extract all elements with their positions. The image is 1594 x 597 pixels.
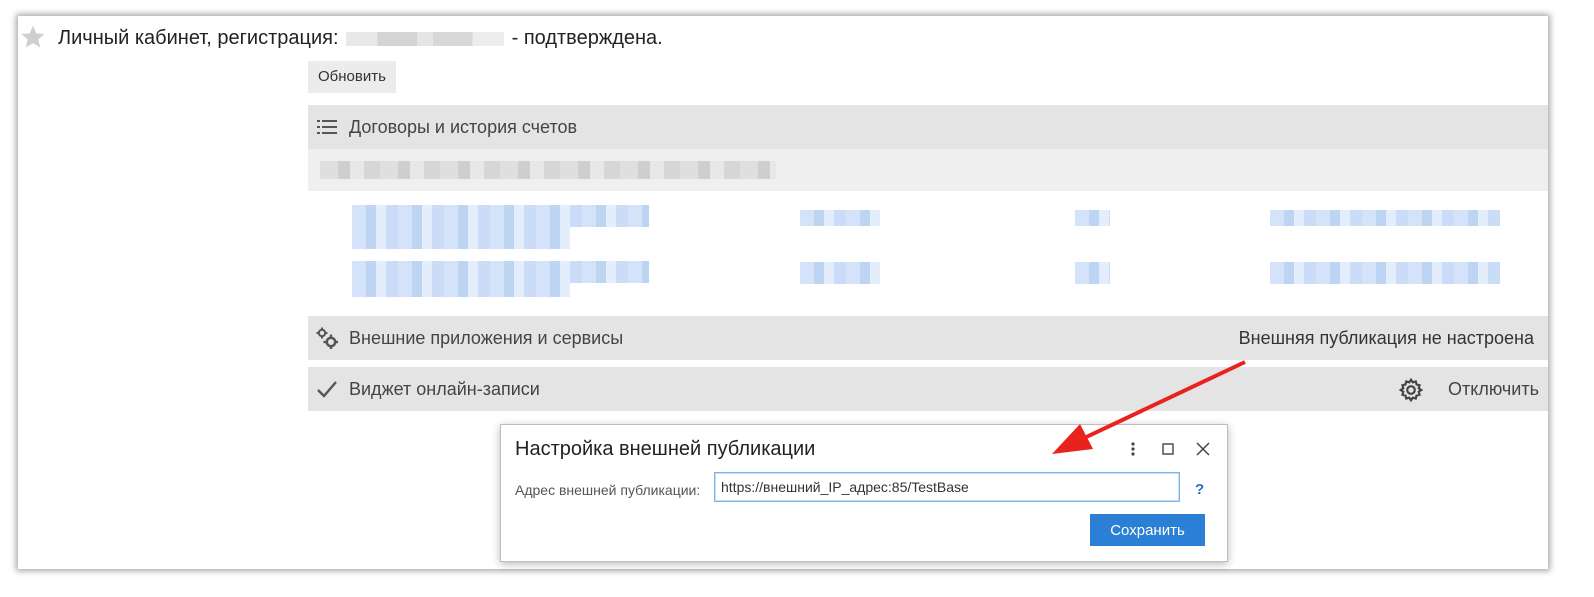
dialog-title: Настройка внешней публикации: [515, 438, 816, 460]
gear-icon[interactable]: [1398, 377, 1424, 403]
section-external-apps[interactable]: Внешние приложения и сервисы Внешняя пуб…: [308, 316, 1548, 360]
redacted-contract-cell: [1075, 262, 1110, 284]
page-title: Личный кабинет, регистрация: - подтвержд…: [58, 27, 663, 50]
section-contracts-label: Договоры и история счетов: [349, 116, 578, 137]
help-link[interactable]: ?: [1195, 481, 1204, 498]
section-widget[interactable]: Виджет онлайн-записи: [308, 367, 1548, 411]
redacted-contract-cell: [1075, 210, 1110, 226]
gears-icon: [315, 326, 339, 350]
checkmark-icon: [315, 377, 339, 401]
redacted-contract-link-2b: [352, 283, 570, 297]
external-publication-dialog: Настройка внешней публикации Адрес внешн…: [500, 424, 1228, 562]
more-options-icon[interactable]: [1123, 439, 1143, 459]
page-title-prefix: Личный кабинет, регистрация:: [58, 27, 339, 49]
redacted-contract-link-2[interactable]: [352, 261, 649, 283]
redacted-contract-cell: [800, 262, 880, 284]
page-title-suffix: - подтверждена.: [511, 27, 663, 49]
close-icon[interactable]: [1193, 439, 1213, 459]
redacted-registration-id: [346, 31, 505, 46]
section-widget-label: Виджет онлайн-записи: [349, 378, 540, 399]
external-publication-status-link[interactable]: Внешняя публикация не настроена: [1239, 328, 1534, 349]
publication-address-input[interactable]: [714, 472, 1180, 502]
section-external-apps-label: Внешние приложения и сервисы: [349, 327, 624, 348]
maximize-icon[interactable]: [1158, 439, 1178, 459]
publication-address-label: Адрес внешней публикации:: [515, 482, 701, 498]
disable-widget-link[interactable]: Отключить: [1448, 379, 1539, 400]
redacted-contract-cell: [800, 210, 880, 226]
refresh-button[interactable]: Обновить: [308, 61, 396, 93]
list-icon: [315, 115, 339, 139]
section-contracts[interactable]: Договоры и история счетов: [308, 105, 1548, 149]
favorite-star-icon[interactable]: [20, 24, 46, 50]
save-button[interactable]: Сохранить: [1090, 514, 1205, 546]
redacted-contract-link-1[interactable]: [352, 205, 649, 227]
redacted-contract-cell: [1270, 262, 1500, 284]
redacted-contract-cell: [1270, 210, 1500, 226]
redacted-contract-header: [308, 149, 1548, 191]
redacted-contract-link-1b: [352, 227, 570, 249]
